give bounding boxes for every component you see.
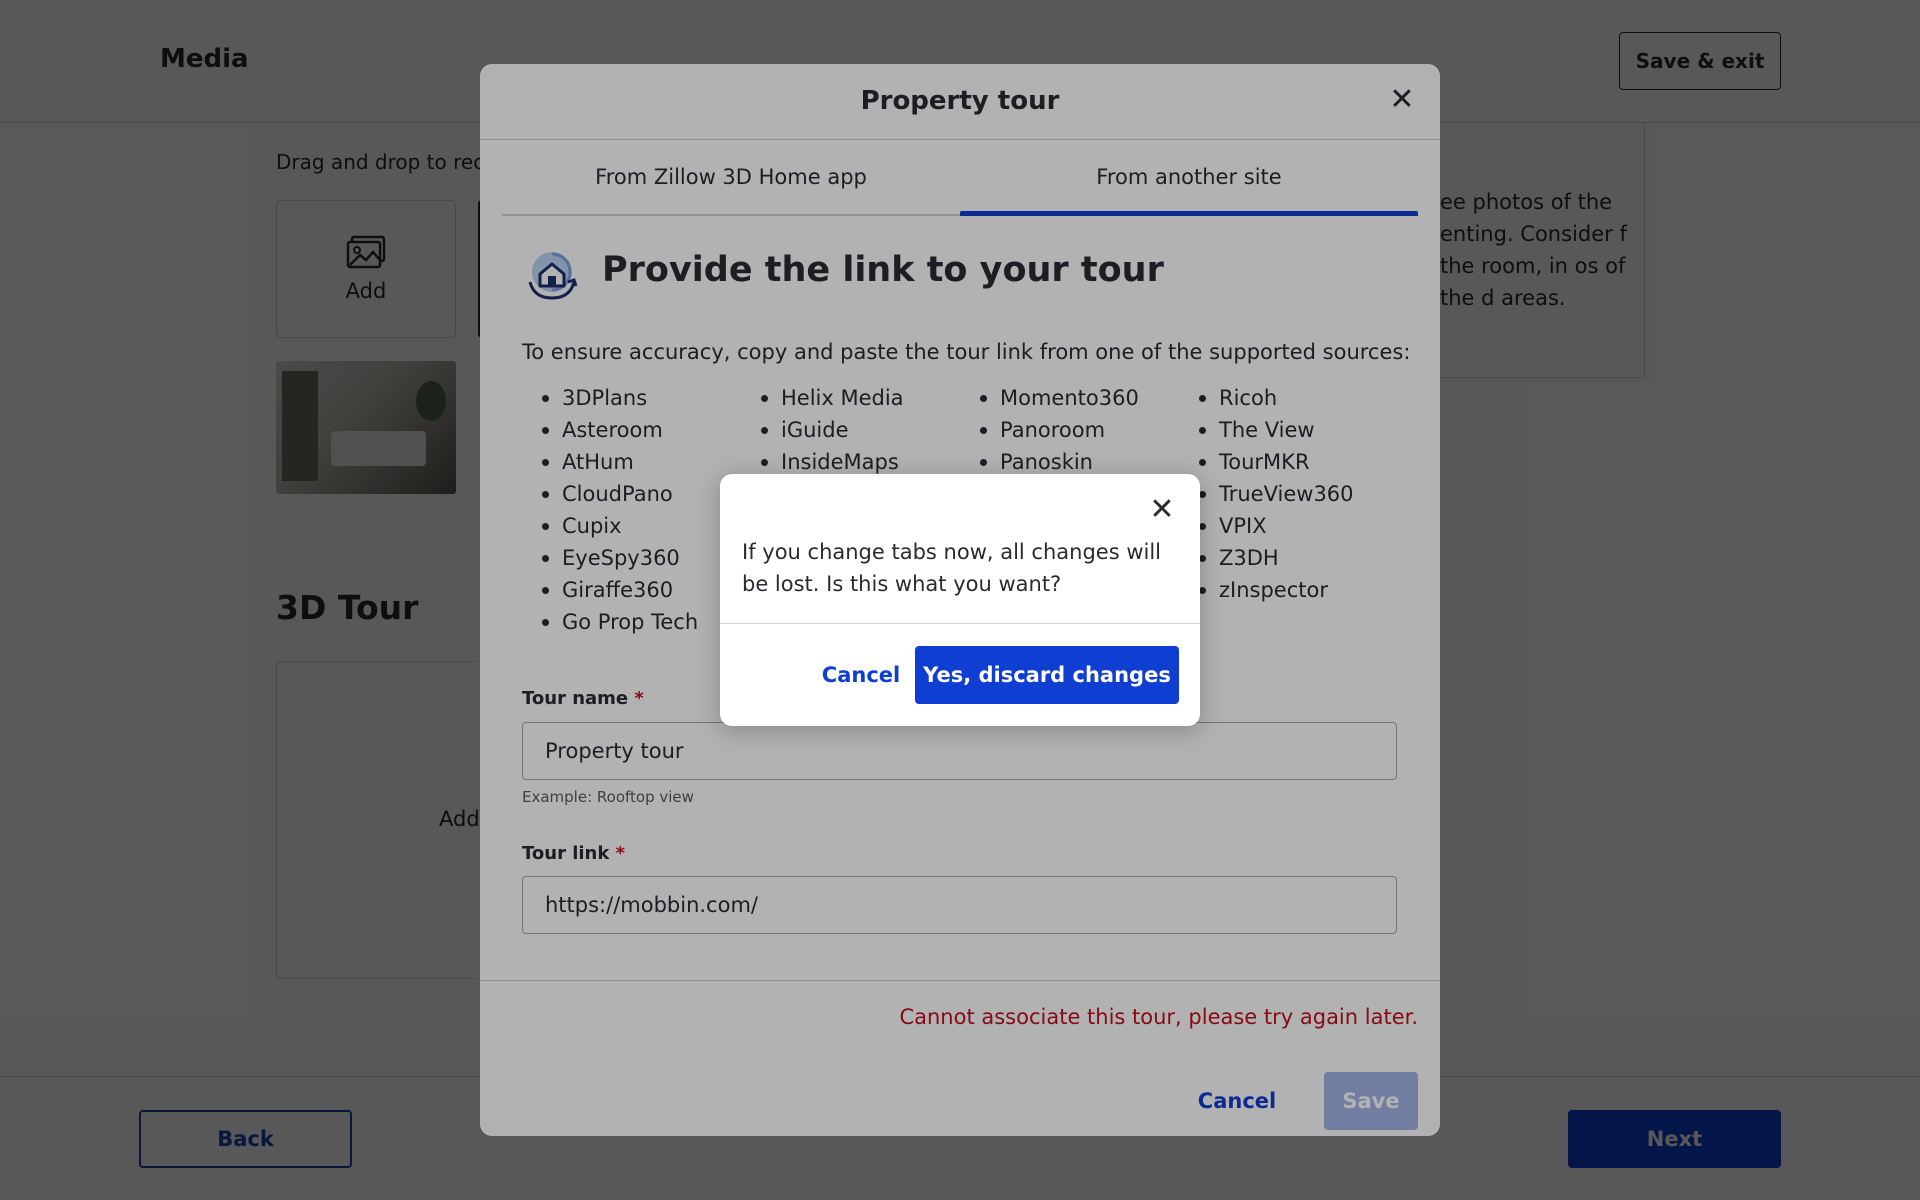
dialog-cancel-button[interactable]: Cancel — [806, 646, 916, 704]
divider — [720, 623, 1200, 624]
discard-changes-button[interactable]: Yes, discard changes — [915, 646, 1179, 704]
discard-warning-message: If you change tabs now, all changes will… — [742, 540, 1162, 596]
discard-changes-dialog: ✕ If you change tabs now, all changes wi… — [720, 474, 1200, 726]
close-icon[interactable]: ✕ — [1148, 495, 1176, 525]
